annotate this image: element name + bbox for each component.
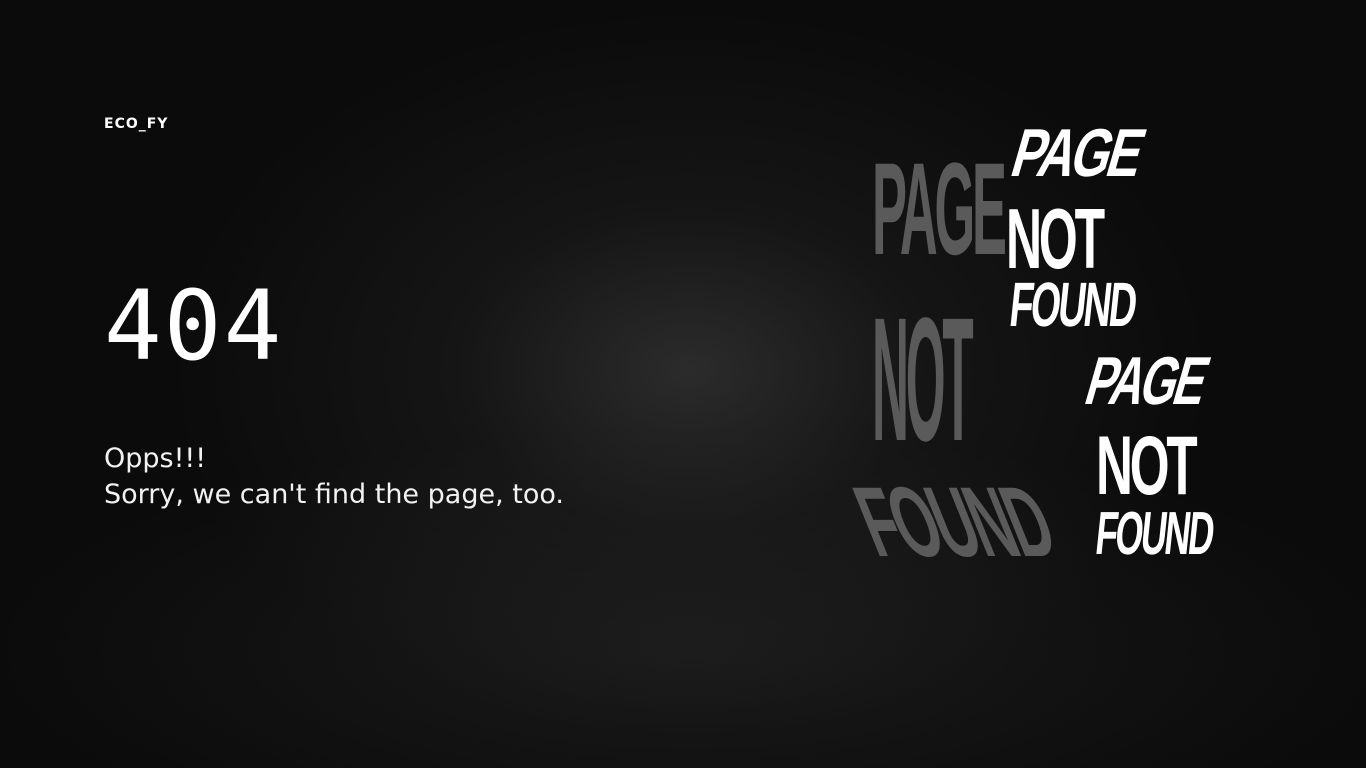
bottom-text-group: PAGE NOT FOUND (1078, 343, 1218, 568)
error-message-title: Opps!!! (104, 443, 207, 474)
top-text-page: PAGE (1004, 115, 1153, 190)
top-text-found: FOUND (1006, 271, 1139, 341)
error-message-body: Sorry, we can't find the page, too. (104, 479, 564, 510)
error-code: 404 (104, 270, 284, 382)
ghost-text-found: FOUND (840, 468, 1069, 578)
error-message: Opps!!! Sorry, we can't find the page, t… (104, 441, 564, 513)
page-not-found-illustration: PAGE NOT FOUND PAGE NOT FOUND PAGE NOT F… (840, 112, 1240, 578)
bottom-text-page: PAGE (1078, 343, 1217, 419)
brand-logo[interactable]: ECO_FY (104, 116, 168, 132)
warped-text-art: PAGE NOT FOUND PAGE NOT FOUND PAGE NOT F… (840, 115, 1218, 578)
bottom-text-not: NOT (1096, 418, 1198, 512)
ghost-text-page: PAGE (872, 137, 1005, 283)
ghost-text-not: NOT (872, 282, 973, 478)
top-text-group: PAGE NOT FOUND (1004, 115, 1153, 340)
bottom-text-found: FOUND (1093, 499, 1218, 567)
